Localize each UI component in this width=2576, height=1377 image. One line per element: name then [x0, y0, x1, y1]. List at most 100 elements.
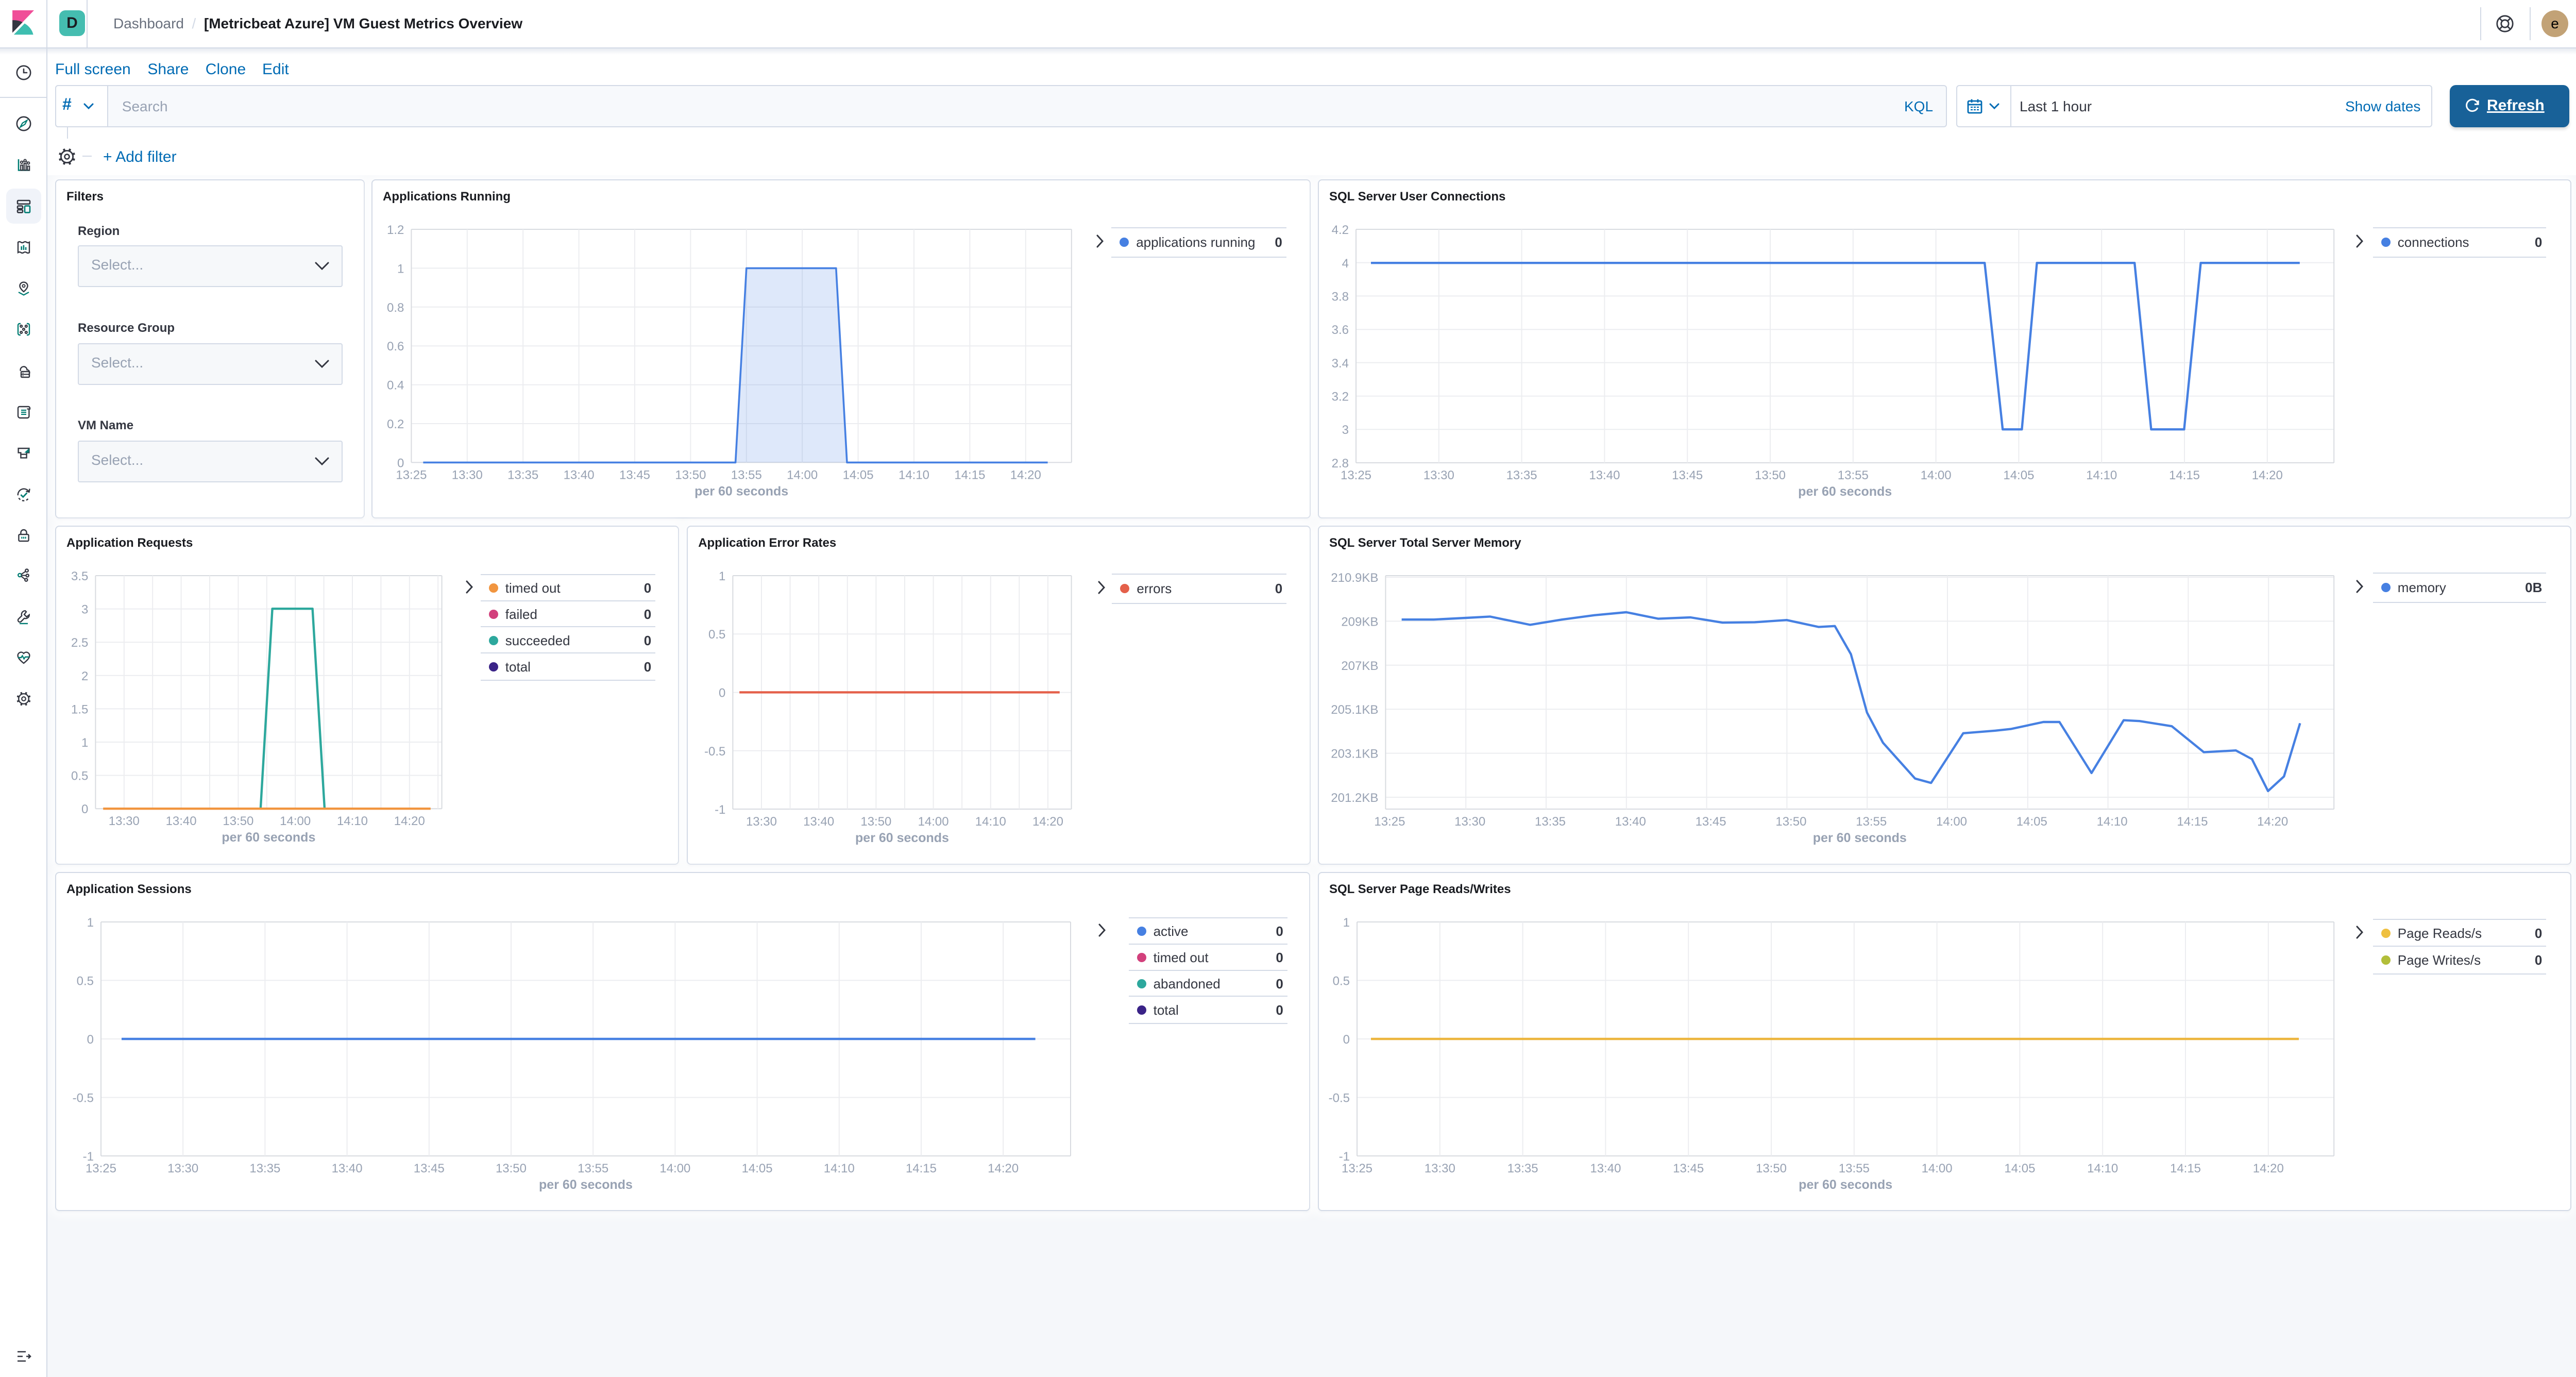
svg-text:14:05: 14:05	[2004, 1162, 2035, 1176]
svg-text:1.5: 1.5	[71, 702, 88, 716]
svg-text:14:20: 14:20	[1032, 815, 1063, 829]
svg-text:3.4: 3.4	[1332, 357, 1349, 371]
svg-text:14:10: 14:10	[337, 814, 368, 828]
svg-text:0.8: 0.8	[387, 301, 404, 315]
svg-text:1: 1	[719, 569, 725, 583]
svg-text:13:25: 13:25	[396, 468, 427, 482]
svg-text:205.1KB: 205.1KB	[1331, 703, 1378, 717]
svg-text:14:00: 14:00	[1922, 1162, 1953, 1176]
svg-text:13:40: 13:40	[332, 1162, 363, 1176]
svg-text:13:50: 13:50	[861, 815, 892, 829]
svg-text:0: 0	[81, 802, 88, 816]
svg-text:14:05: 14:05	[2016, 815, 2047, 829]
svg-text:14:10: 14:10	[2097, 815, 2128, 829]
svg-text:13:55: 13:55	[578, 1162, 608, 1176]
svg-text:13:35: 13:35	[1535, 815, 1566, 829]
svg-text:0.5: 0.5	[708, 628, 725, 642]
svg-text:14:20: 14:20	[2257, 815, 2288, 829]
svg-text:14:00: 14:00	[280, 814, 311, 828]
svg-text:13:35: 13:35	[507, 468, 538, 482]
svg-text:14:15: 14:15	[2177, 815, 2208, 829]
svg-text:per 60 seconds: per 60 seconds	[855, 831, 949, 845]
svg-text:2: 2	[81, 669, 88, 683]
svg-text:14:10: 14:10	[975, 815, 1006, 829]
svg-text:1.2: 1.2	[387, 223, 404, 237]
svg-text:14:00: 14:00	[918, 815, 949, 829]
svg-text:14:20: 14:20	[2253, 1162, 2284, 1176]
svg-text:-0.5: -0.5	[704, 745, 725, 759]
svg-text:13:30: 13:30	[452, 468, 483, 482]
svg-text:14:05: 14:05	[2003, 468, 2034, 482]
svg-text:14:15: 14:15	[2169, 468, 2200, 482]
svg-text:13:40: 13:40	[1590, 1162, 1621, 1176]
svg-text:13:25: 13:25	[86, 1162, 116, 1176]
svg-text:per 60 seconds: per 60 seconds	[222, 830, 315, 845]
svg-text:0.4: 0.4	[387, 379, 404, 393]
svg-text:14:10: 14:10	[2087, 1162, 2118, 1176]
svg-text:per 60 seconds: per 60 seconds	[694, 484, 788, 498]
svg-text:per 60 seconds: per 60 seconds	[1813, 831, 1907, 845]
svg-text:207KB: 207KB	[1341, 659, 1378, 673]
svg-text:3.8: 3.8	[1332, 290, 1349, 304]
svg-text:13:40: 13:40	[1615, 815, 1646, 829]
svg-text:13:25: 13:25	[1374, 815, 1405, 829]
svg-text:14:15: 14:15	[906, 1162, 937, 1176]
svg-text:13:55: 13:55	[731, 468, 762, 482]
svg-text:-0.5: -0.5	[1329, 1091, 1350, 1105]
svg-text:per 60 seconds: per 60 seconds	[1799, 1178, 1892, 1192]
svg-text:14:05: 14:05	[742, 1162, 773, 1176]
svg-text:14:20: 14:20	[394, 814, 425, 828]
svg-text:3: 3	[1342, 423, 1349, 437]
svg-text:14:10: 14:10	[2086, 468, 2117, 482]
svg-text:3.5: 3.5	[71, 569, 88, 583]
svg-text:209KB: 209KB	[1341, 615, 1378, 629]
svg-text:14:00: 14:00	[1936, 815, 1967, 829]
svg-text:4: 4	[1342, 257, 1349, 271]
svg-text:14:15: 14:15	[954, 468, 985, 482]
svg-text:14:05: 14:05	[843, 468, 874, 482]
svg-text:13:45: 13:45	[619, 468, 650, 482]
svg-text:14:20: 14:20	[2252, 468, 2283, 482]
svg-text:13:40: 13:40	[564, 468, 595, 482]
svg-text:13:35: 13:35	[1507, 1162, 1538, 1176]
svg-text:per 60 seconds: per 60 seconds	[539, 1178, 633, 1192]
svg-text:14:15: 14:15	[2170, 1162, 2201, 1176]
svg-text:13:55: 13:55	[1839, 1162, 1870, 1176]
svg-text:13:50: 13:50	[223, 814, 253, 828]
svg-text:-1: -1	[715, 803, 725, 817]
svg-text:14:10: 14:10	[899, 468, 929, 482]
svg-text:0: 0	[1343, 1033, 1350, 1047]
svg-text:1: 1	[397, 262, 404, 276]
svg-text:14:20: 14:20	[988, 1162, 1019, 1176]
svg-text:1: 1	[81, 736, 88, 750]
svg-text:1: 1	[87, 916, 94, 930]
svg-text:14:00: 14:00	[659, 1162, 690, 1176]
svg-text:4.2: 4.2	[1332, 223, 1349, 237]
svg-text:0: 0	[87, 1033, 94, 1047]
svg-text:203.1KB: 203.1KB	[1331, 747, 1378, 761]
svg-text:0.5: 0.5	[1333, 975, 1350, 988]
svg-text:13:45: 13:45	[1672, 468, 1703, 482]
svg-text:13:25: 13:25	[1341, 468, 1371, 482]
svg-text:13:25: 13:25	[1342, 1162, 1372, 1176]
svg-text:13:50: 13:50	[1756, 1162, 1787, 1176]
svg-text:13:55: 13:55	[1856, 815, 1887, 829]
svg-text:-0.5: -0.5	[73, 1091, 94, 1105]
svg-text:13:50: 13:50	[1755, 468, 1786, 482]
svg-text:210.9KB: 210.9KB	[1331, 571, 1378, 585]
svg-text:13:30: 13:30	[109, 814, 140, 828]
svg-text:0.6: 0.6	[387, 340, 404, 354]
svg-text:3: 3	[81, 603, 88, 617]
svg-text:14:10: 14:10	[824, 1162, 855, 1176]
svg-text:13:30: 13:30	[1423, 468, 1454, 482]
svg-text:13:30: 13:30	[746, 815, 777, 829]
svg-text:0.5: 0.5	[77, 975, 94, 988]
svg-text:13:40: 13:40	[803, 815, 834, 829]
svg-text:13:45: 13:45	[414, 1162, 445, 1176]
svg-text:14:00: 14:00	[787, 468, 818, 482]
svg-text:14:00: 14:00	[1921, 468, 1952, 482]
svg-text:13:35: 13:35	[249, 1162, 280, 1176]
svg-text:1: 1	[1343, 916, 1350, 930]
svg-text:13:30: 13:30	[1454, 815, 1485, 829]
svg-text:13:50: 13:50	[675, 468, 706, 482]
